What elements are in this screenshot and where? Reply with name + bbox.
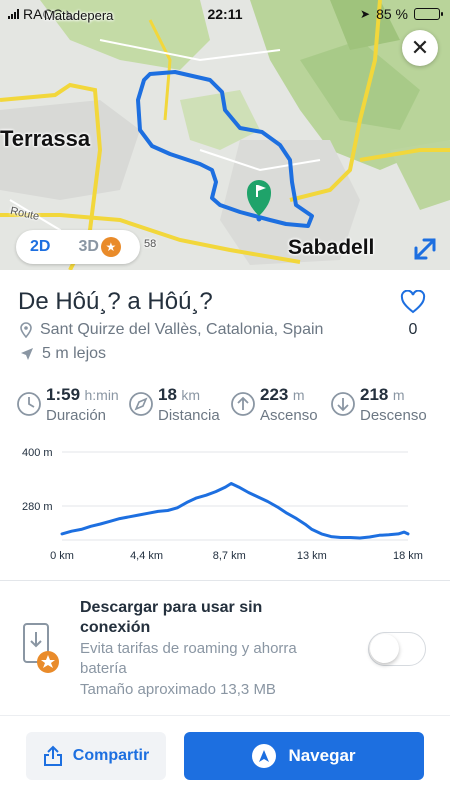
location-text: Sant Quirze del Vallès, Catalonia, Spain xyxy=(40,321,324,338)
share-icon xyxy=(43,745,62,766)
y-tick-label: 400 m xyxy=(22,447,53,459)
heart-icon xyxy=(400,289,426,314)
stat-distance-label: Distancia xyxy=(158,407,220,424)
close-button[interactable]: ✕ xyxy=(402,30,438,66)
x-tick-label: 13 km xyxy=(297,550,327,562)
offline-title: Descargar para usar sin conexión xyxy=(80,599,263,636)
offline-description: Evita tarifas de roaming y ahorra baterí… xyxy=(80,640,297,677)
navigation-arrow-icon xyxy=(21,348,33,360)
distance-row: 5 m lejos xyxy=(20,345,106,363)
stat-descent-unit: m xyxy=(392,387,405,403)
navigate-label: Navegar xyxy=(288,746,356,765)
stat-ascent-value: 223 xyxy=(260,385,289,404)
view-3d-label: 3D xyxy=(78,238,99,255)
x-tick-label: 0 km xyxy=(50,550,74,562)
premium-medal-icon: ★ xyxy=(100,237,121,257)
navigate-button[interactable]: Navegar xyxy=(184,732,424,780)
stat-descent-label: Descenso xyxy=(360,407,427,424)
x-tick-label: 8,7 km xyxy=(213,550,246,562)
stat-descent: 218 m Descenso xyxy=(330,385,434,426)
share-label: Compartir xyxy=(72,747,150,764)
clock-icon xyxy=(17,392,41,416)
stat-distance-unit: km xyxy=(181,387,201,403)
stat-distance-value: 18 xyxy=(158,385,177,404)
stats-row: 1:59 h:min Duración 18 km Distancia 223 … xyxy=(16,385,436,426)
navigate-icon xyxy=(252,744,277,768)
like-button[interactable]: 0 xyxy=(398,289,428,339)
toggle-knob xyxy=(370,634,399,663)
share-button[interactable]: Compartir xyxy=(26,732,166,780)
arrow-down-icon xyxy=(331,392,355,416)
stat-ascent-label: Ascenso xyxy=(260,407,318,424)
route-title: De Hôú¸? a Hôú¸? xyxy=(18,288,213,315)
distance-away-text: 5 m lejos xyxy=(42,345,107,362)
stat-ascent: 223 m Ascenso xyxy=(230,385,330,426)
stat-descent-value: 218 xyxy=(360,385,389,404)
offline-toggle[interactable] xyxy=(368,632,426,666)
location-arrow-icon: ➤ xyxy=(360,7,371,21)
location-pin-icon xyxy=(20,322,32,338)
map-label-matadepera: Matadepera xyxy=(44,8,114,23)
arrow-up-icon xyxy=(231,392,255,416)
map-label-terrassa: Terrassa xyxy=(0,126,91,151)
battery-icon xyxy=(414,8,443,20)
offline-size: Tamaño aproximado 13,3 MB xyxy=(80,681,276,698)
y-tick-label: 280 m xyxy=(22,501,53,513)
map-label-58: 58 xyxy=(144,238,157,250)
compass-icon xyxy=(129,392,153,416)
view-mode-toggle[interactable]: 2D 3D ★ xyxy=(16,230,140,264)
route-map[interactable]: RACC ◣ 22:11 ➤ 85 % Matadepera Terrassa … xyxy=(0,0,450,270)
x-tick-label: 4,4 km xyxy=(130,550,163,562)
stat-duration: 1:59 h:min Duración xyxy=(16,385,128,426)
location-row: Sant Quirze del Vallès, Catalonia, Spain xyxy=(20,321,323,339)
stat-duration-label: Duración xyxy=(46,407,107,424)
stat-distance: 18 km Distancia xyxy=(128,385,230,426)
close-icon: ✕ xyxy=(410,35,430,60)
section-divider xyxy=(0,580,450,581)
stat-ascent-unit: m xyxy=(292,387,305,403)
view-2d-option[interactable]: 2D xyxy=(16,238,64,256)
view-3d-option[interactable]: 3D ★ xyxy=(64,237,134,257)
battery-percent: 85 % xyxy=(376,6,408,22)
stat-duration-value: 1:59 xyxy=(46,385,81,404)
elevation-line xyxy=(60,482,410,540)
x-tick-label: 18 km xyxy=(393,550,423,562)
like-count: 0 xyxy=(408,321,418,338)
elevation-chart[interactable]: 400 m 280 m 0 km 4,4 km 8,7 km 13 km 18 km xyxy=(0,440,450,570)
stat-duration-unit: h:min xyxy=(84,387,119,403)
expand-map-icon[interactable] xyxy=(410,234,440,264)
map-label-sabadell: Sabadell xyxy=(288,236,375,259)
offline-download-icon xyxy=(23,623,59,673)
